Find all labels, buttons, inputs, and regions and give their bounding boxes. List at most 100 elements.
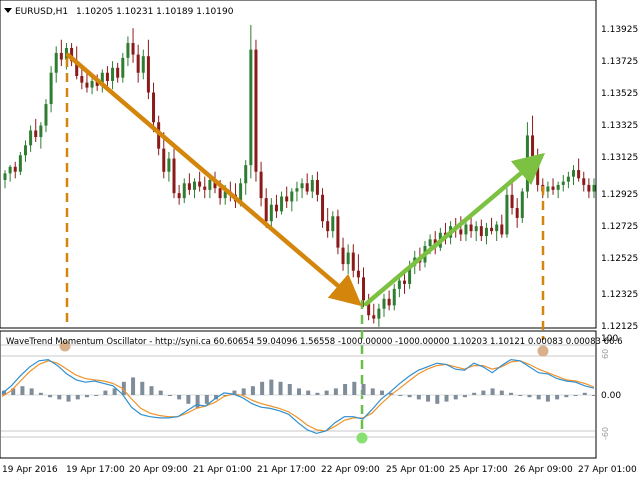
candle-body: [90, 80, 94, 88]
price-tick: 1.13325: [601, 121, 638, 131]
candle-body: [490, 227, 494, 232]
candle-body: [152, 92, 156, 123]
time-tick: 22 Apr 09:00: [321, 465, 380, 475]
histogram-bar: [287, 384, 292, 395]
histogram-bar: [499, 390, 504, 395]
histogram-bar: [426, 395, 431, 402]
candle-body: [54, 52, 58, 73]
candle-body: [582, 178, 586, 185]
indicator-axis: 100 60 0.00 -60: [601, 334, 621, 440]
price-tick: 1.12725: [601, 222, 638, 232]
time-tick: 21 Apr 01:00: [193, 465, 252, 475]
candle-body: [387, 298, 391, 306]
candle-body: [505, 194, 509, 235]
candle-body: [13, 166, 17, 172]
candle-body: [39, 125, 43, 138]
price-tick: 1.13925: [601, 25, 638, 35]
histogram-bar: [195, 395, 200, 409]
histogram-bar: [48, 395, 53, 398]
top-signal-dot: [537, 345, 549, 357]
candle-body: [259, 171, 263, 199]
candle-body: [495, 224, 499, 232]
candle-body: [459, 229, 463, 235]
candle-body: [44, 104, 48, 126]
candle-body: [8, 166, 12, 174]
candle-body: [162, 148, 166, 172]
histogram-bar: [573, 395, 578, 396]
candle-body: [484, 227, 488, 237]
histogram-bar: [112, 388, 117, 395]
candle-body: [592, 184, 596, 192]
candle-body: [218, 188, 222, 199]
indicator-tick: 0.00: [601, 391, 621, 401]
symbol-label: EURUSD,H1: [15, 7, 68, 17]
candle-body: [402, 280, 406, 284]
candle-body: [116, 67, 120, 78]
histogram-bar: [269, 379, 274, 395]
candle-body: [536, 161, 540, 185]
histogram-bar: [453, 395, 458, 400]
histogram-bar: [481, 390, 486, 395]
candle-body: [310, 179, 314, 192]
histogram-bar: [527, 395, 532, 398]
histogram-bar: [260, 381, 265, 395]
histogram-bar: [94, 395, 99, 396]
candle-body: [326, 221, 330, 232]
candle-body: [187, 183, 191, 190]
candle-body: [198, 181, 202, 187]
candle-body: [177, 193, 181, 199]
indicator-label: WaveTrend Momentum Oscillator - http://s…: [6, 337, 623, 347]
candle-body: [510, 194, 514, 209]
price-axis: 1.13925 1.13725 1.13525 1.13325 1.13125 …: [601, 25, 638, 332]
candle-body: [285, 196, 289, 202]
indicator-tick: 100: [601, 334, 618, 344]
histogram-bar: [103, 390, 108, 395]
time-tick: 26 Apr 09:00: [514, 465, 573, 475]
histogram-bar: [186, 395, 191, 404]
candle-body: [341, 247, 345, 265]
candle-body: [172, 158, 176, 194]
histogram-bar: [29, 388, 34, 395]
candle-body: [280, 196, 284, 212]
candle-body: [34, 130, 38, 138]
candle-body: [305, 183, 309, 192]
histogram-bar: [361, 384, 366, 395]
time-tick: 25 Apr 01:00: [386, 465, 445, 475]
candle-body: [80, 76, 84, 83]
histogram-bar: [545, 395, 550, 402]
candle-body: [244, 165, 248, 184]
histogram-bar: [416, 395, 421, 400]
chart-window[interactable]: EURUSD,H1 1.10205 1.10231 1.10189 1.1019…: [0, 0, 640, 480]
candle-body: [18, 155, 22, 172]
candle-body: [336, 216, 340, 248]
candle-body: [572, 170, 576, 177]
histogram-bar: [241, 388, 246, 395]
candle-body: [587, 184, 591, 192]
time-tick: 19 Apr 2016: [2, 465, 58, 475]
price-tick: 1.12125: [601, 322, 638, 332]
candle-body: [464, 224, 468, 235]
candle-body: [392, 288, 396, 306]
histogram-bar: [472, 392, 477, 395]
histogram-bar: [57, 395, 62, 400]
candle-body: [295, 188, 299, 192]
price-tick: 1.13525: [601, 89, 638, 99]
histogram-bar: [315, 392, 320, 395]
candle-body: [131, 43, 135, 55]
time-tick: 27 Apr 01:00: [578, 465, 637, 475]
histogram-bar: [306, 390, 311, 395]
histogram-bar: [407, 395, 412, 398]
histogram-bar: [278, 381, 283, 395]
candle-body: [546, 186, 550, 192]
histogram-bar: [379, 390, 384, 395]
candle-body: [300, 183, 304, 189]
price-pane[interactable]: [0, 0, 597, 329]
candle-body: [525, 135, 529, 192]
histogram-bar: [204, 395, 209, 404]
candle-body: [515, 208, 519, 218]
candle-body: [121, 57, 125, 78]
chart-header: EURUSD,H1 1.10205 1.10231 1.10189 1.1019…: [4, 7, 234, 17]
candle-body: [85, 82, 89, 88]
candle-body: [49, 72, 53, 105]
histogram-bar: [75, 395, 80, 400]
